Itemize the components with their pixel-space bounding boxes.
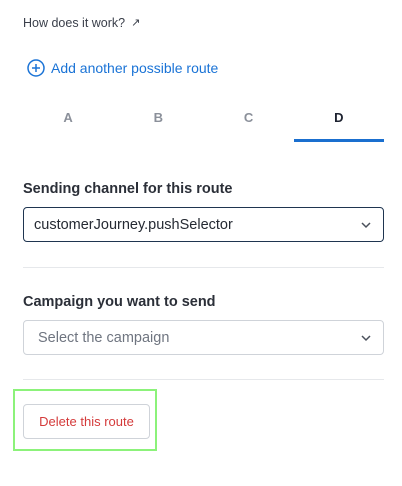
chevron-down-icon (360, 221, 372, 229)
chevron-down-icon (360, 334, 372, 342)
external-arrow-icon: ↗ (131, 16, 141, 29)
route-tabs: A B C D (23, 100, 385, 142)
campaign-label: Campaign you want to send (23, 294, 216, 310)
tab-b[interactable]: B (113, 100, 203, 142)
section-divider (23, 379, 384, 380)
tab-c[interactable]: C (204, 100, 294, 142)
channel-label: Sending channel for this route (23, 181, 233, 197)
add-route-label: Add another possible route (51, 60, 219, 76)
delete-route-button[interactable]: Delete this route (23, 404, 150, 439)
how-link-label: How does it work? (23, 16, 126, 30)
route-settings-panel: How does it work? ↗ Add another possible… (0, 0, 402, 486)
plus-circle-icon (27, 59, 45, 77)
section-divider (23, 267, 384, 268)
how-does-it-work-link[interactable]: How does it work? ↗ (23, 16, 140, 30)
channel-select-value: customerJourney.pushSelector (34, 216, 233, 233)
campaign-select[interactable]: Select the campaign (23, 320, 384, 355)
channel-select[interactable]: customerJourney.pushSelector (23, 207, 384, 242)
tab-a[interactable]: A (23, 100, 113, 142)
add-route-button[interactable]: Add another possible route (27, 59, 218, 77)
campaign-select-placeholder: Select the campaign (38, 329, 170, 346)
tab-d[interactable]: D (293, 100, 385, 142)
